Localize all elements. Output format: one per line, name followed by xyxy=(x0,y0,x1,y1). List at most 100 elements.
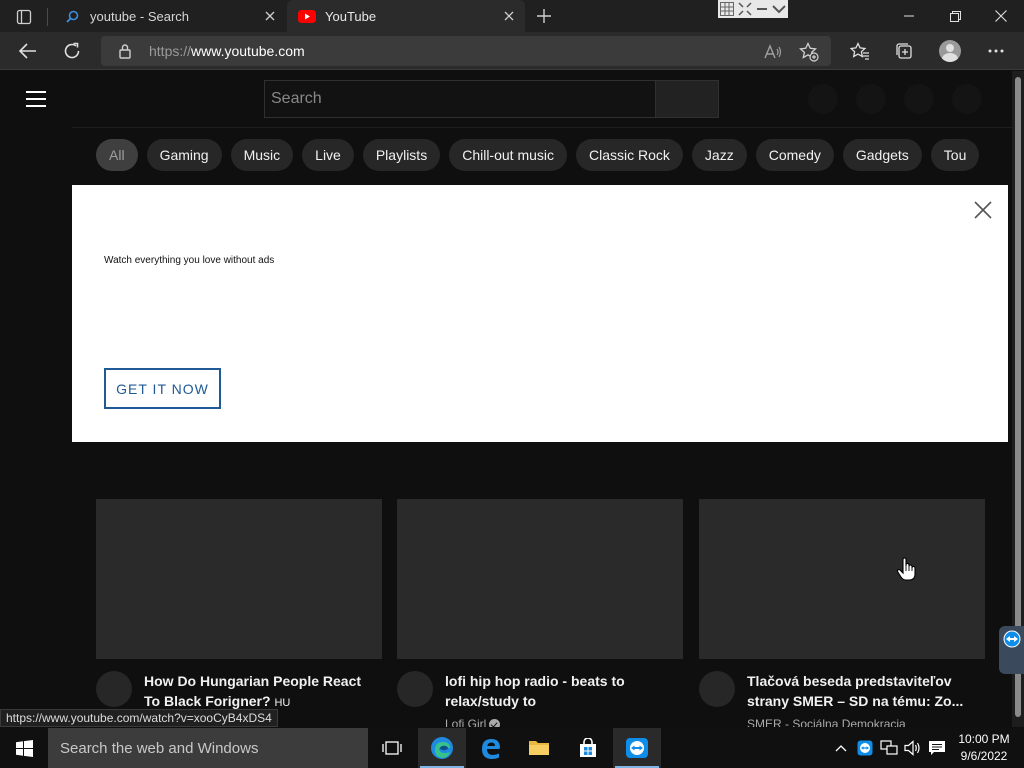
close-icon[interactable] xyxy=(972,199,994,221)
refresh-icon xyxy=(64,42,80,59)
chip-gaming[interactable]: Gaming xyxy=(146,139,222,171)
collections-icon xyxy=(896,43,912,59)
chip-music[interactable]: Music xyxy=(230,139,294,171)
close-tab-icon[interactable] xyxy=(501,8,517,24)
close-tab-icon[interactable] xyxy=(262,8,278,24)
video-card[interactable]: How Do Hungarian People React To Black F… xyxy=(96,499,382,727)
favorites-button[interactable] xyxy=(845,37,875,65)
notifications-icon-placeholder[interactable] xyxy=(904,84,934,114)
floating-toolbar[interactable] xyxy=(718,0,788,18)
video-card[interactable]: lofi hip hop radio - beats to relax/stud… xyxy=(397,499,683,727)
taskbar-teamviewer[interactable] xyxy=(613,728,661,768)
link-status-bar: https://www.youtube.com/watch?v=xooCyB4x… xyxy=(0,709,278,727)
tray-overflow-chevron-up-icon[interactable] xyxy=(831,738,851,758)
plus-icon xyxy=(537,9,551,23)
chip-jazz[interactable]: Jazz xyxy=(691,139,747,171)
clock-date: 9/6/2022 xyxy=(960,749,1008,763)
browser-toolbar: https://www.youtube.com xyxy=(0,32,1024,70)
collections-button[interactable] xyxy=(889,37,919,65)
minimize-window-button[interactable] xyxy=(886,0,932,32)
taskbar-edge-legacy[interactable] xyxy=(467,728,515,768)
chip-comedy[interactable]: Comedy xyxy=(755,139,834,171)
minimize-icon xyxy=(904,15,914,17)
shrink-icon xyxy=(738,2,752,16)
tray-network-icon[interactable] xyxy=(879,738,899,758)
more-horizontal-icon xyxy=(988,49,1004,53)
account-avatar-placeholder[interactable] xyxy=(952,84,982,114)
lock-icon xyxy=(119,44,131,59)
screen: youtube - Search YouTube https://www.you… xyxy=(0,0,1024,768)
new-tab-button[interactable] xyxy=(531,4,557,28)
tab-title: YouTube xyxy=(325,8,377,24)
tab-title: youtube - Search xyxy=(90,8,190,24)
task-view-button[interactable] xyxy=(368,728,416,768)
header-divider xyxy=(72,127,1012,128)
edge-legacy-icon xyxy=(482,739,500,759)
video-meta: lofi hip hop radio - beats to relax/stud… xyxy=(397,671,683,727)
teamviewer-icon xyxy=(626,738,648,758)
video-channel[interactable]: Lofi Girl xyxy=(445,717,501,727)
scrollbar-thumb[interactable] xyxy=(1015,77,1021,717)
close-icon xyxy=(995,10,1007,22)
start-button[interactable] xyxy=(0,728,48,768)
taskbar-clock[interactable]: 10:00 PM 9/6/2022 xyxy=(952,731,1016,765)
tab-youtube-search[interactable]: youtube - Search xyxy=(52,0,286,32)
chip-classic-rock[interactable]: Classic Rock xyxy=(576,139,683,171)
video-title[interactable]: lofi hip hop radio - beats to relax/stud… xyxy=(445,671,665,711)
tab-actions-button[interactable] xyxy=(10,6,38,28)
video-meta: Tlačová beseda predstaviteľov strany SME… xyxy=(699,671,985,727)
video-title[interactable]: How Do Hungarian People React To Black F… xyxy=(144,671,364,713)
clock-time: 10:00 PM xyxy=(958,732,1010,746)
back-button[interactable] xyxy=(13,37,43,65)
video-thumbnail[interactable] xyxy=(699,499,985,659)
chip-gadgets[interactable]: Gadgets xyxy=(842,139,922,171)
windows-logo-icon xyxy=(15,739,33,757)
teamviewer-side-tab[interactable] xyxy=(999,626,1024,674)
settings-menu-button[interactable] xyxy=(981,37,1011,65)
get-it-now-button[interactable]: GET IT NOW xyxy=(104,368,221,409)
channel-avatar[interactable] xyxy=(397,671,433,707)
tab-youtube[interactable]: YouTube xyxy=(287,0,525,32)
chip-tou[interactable]: Tou xyxy=(930,139,980,171)
edge-chromium-icon xyxy=(431,737,453,759)
video-channel[interactable]: SMER - Sociálna Demokracia xyxy=(747,717,906,727)
chip-playlists[interactable]: Playlists xyxy=(362,139,441,171)
search-icon xyxy=(62,10,82,23)
taskbar-file-explorer[interactable] xyxy=(515,728,563,768)
video-thumbnail[interactable] xyxy=(397,499,683,659)
taskbar-edge-chromium[interactable] xyxy=(418,728,466,768)
add-favorite-icon[interactable] xyxy=(798,41,820,63)
search-input[interactable]: Search xyxy=(264,80,656,118)
close-window-button[interactable] xyxy=(978,0,1024,32)
tray-action-center-icon[interactable] xyxy=(927,738,947,758)
address-bar[interactable]: https://www.youtube.com xyxy=(101,36,831,66)
chip-chill-out-music[interactable]: Chill-out music xyxy=(449,139,568,171)
profile-button[interactable] xyxy=(935,37,965,65)
channel-avatar[interactable] xyxy=(96,671,132,707)
browser-tab-bar: youtube - Search YouTube xyxy=(0,0,1024,32)
create-icon-placeholder[interactable] xyxy=(808,84,838,114)
windows-taskbar: Search the web and Windows 10:00 PM 9/6/… xyxy=(0,728,1024,768)
search-button[interactable] xyxy=(655,80,719,118)
refresh-button[interactable] xyxy=(57,37,87,65)
favorites-icon xyxy=(850,42,869,60)
premium-ad-banner: Watch everything you love without ads GE… xyxy=(72,185,1008,442)
restore-window-button[interactable] xyxy=(932,0,978,32)
chip-live[interactable]: Live xyxy=(302,139,354,171)
hand-cursor-icon xyxy=(896,557,916,581)
tray-teamviewer-icon[interactable] xyxy=(855,738,875,758)
taskbar-store[interactable] xyxy=(564,728,612,768)
video-card[interactable]: Tlačová beseda predstaviteľov strany SME… xyxy=(699,499,985,727)
video-thumbnail[interactable] xyxy=(96,499,382,659)
url-protocol: https:// xyxy=(149,43,192,59)
video-title[interactable]: Tlačová beseda predstaviteľov strany SME… xyxy=(747,671,967,711)
profile-avatar-icon xyxy=(939,40,961,62)
minimize-icon xyxy=(757,8,767,10)
taskbar-search-input[interactable]: Search the web and Windows xyxy=(48,728,368,768)
apps-icon-placeholder[interactable] xyxy=(856,84,886,114)
menu-icon[interactable] xyxy=(26,91,46,107)
tray-volume-icon[interactable] xyxy=(903,738,923,758)
read-aloud-icon[interactable] xyxy=(762,41,784,63)
chip-all[interactable]: All xyxy=(96,139,138,171)
channel-avatar[interactable] xyxy=(699,671,735,707)
